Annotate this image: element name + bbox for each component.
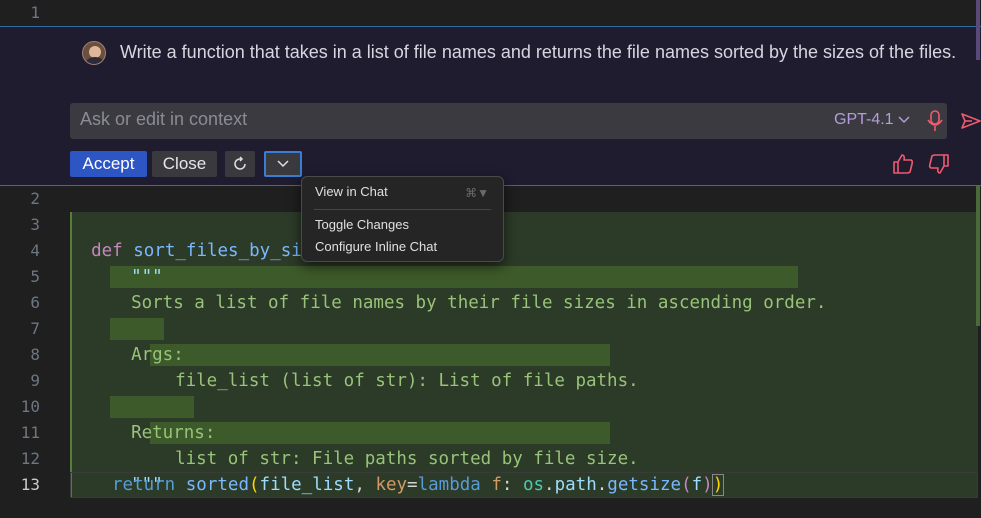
menu-item-configure-inline-chat[interactable]: Configure Inline Chat xyxy=(315,239,437,254)
scrollbar-mark xyxy=(976,186,980,326)
inner-paren-open: ( xyxy=(681,475,692,495)
code-line-11[interactable]: list of str: File paths sorted by file s… xyxy=(154,420,639,469)
send-icon xyxy=(961,113,981,129)
code-line-12[interactable]: """ xyxy=(110,446,163,495)
code-line-3[interactable]: def sort_files_by_size xyxy=(70,212,323,261)
file-list-arg: file_list xyxy=(259,475,355,495)
model-label: GPT-4.1 xyxy=(834,111,894,128)
microphone-icon[interactable] xyxy=(926,110,944,132)
dot: . xyxy=(596,475,608,495)
chat-input[interactable]: Ask or edit in context GPT-4.1 xyxy=(70,103,981,139)
menu-item-view-in-chat[interactable]: View in Chat xyxy=(315,184,388,199)
chevron-down-icon xyxy=(277,160,289,168)
line-number-active: 13 xyxy=(20,475,40,494)
os-ref: os xyxy=(522,475,545,495)
code-line-4[interactable]: """ xyxy=(110,238,163,287)
code-line-8[interactable]: file_list (list of str): List of file pa… xyxy=(154,342,639,391)
lambda-keyword: lambda xyxy=(417,475,481,495)
thumbs-down-icon[interactable] xyxy=(928,153,950,175)
code-line-5[interactable]: Sorts a list of file names by their file… xyxy=(110,264,826,313)
line-number: 2 xyxy=(30,189,40,208)
avatar xyxy=(82,41,106,65)
comma: , xyxy=(354,475,376,495)
menu-item-toggle-changes[interactable]: Toggle Changes xyxy=(315,217,409,232)
menu-separator xyxy=(314,209,491,210)
line-number: 6 xyxy=(30,293,40,312)
equals: = xyxy=(407,475,418,495)
line-number: 12 xyxy=(20,449,40,468)
dot: . xyxy=(544,475,555,495)
chat-input-placeholder: Ask or edit in context xyxy=(80,109,248,129)
thumbs-up-icon[interactable] xyxy=(892,153,914,175)
chat-prompt: Write a function that takes in a list of… xyxy=(120,42,957,62)
docstring-text: Sorts a list of file names by their file… xyxy=(131,293,827,313)
line-number: 7 xyxy=(30,319,40,338)
line-number: 8 xyxy=(30,345,40,364)
send-button[interactable] xyxy=(960,111,981,131)
getsize-call: getsize xyxy=(607,475,682,495)
line-number: 5 xyxy=(30,267,40,286)
line-number: 9 xyxy=(30,371,40,390)
inner-arg: f xyxy=(691,475,703,495)
colon: : xyxy=(501,475,523,495)
paren-open: ( xyxy=(248,475,260,495)
inner-paren-close: ) xyxy=(702,475,713,495)
rerun-button[interactable] xyxy=(225,151,255,177)
scrollbar-mark xyxy=(976,0,980,60)
line-number: 3 xyxy=(30,215,40,234)
lambda-arg: f xyxy=(480,475,502,495)
code-line-10[interactable]: Returns: xyxy=(110,394,215,443)
close-button[interactable]: Close xyxy=(152,151,217,177)
return-keyword: return xyxy=(112,475,176,495)
code-line-1[interactable]: import os xyxy=(70,0,186,49)
view-in-chat-shortcut: ⌘▼ xyxy=(465,186,489,200)
model-picker[interactable]: GPT-4.1 xyxy=(834,111,910,129)
line-number: 11 xyxy=(20,423,40,442)
line-number: 4 xyxy=(30,241,40,260)
code-line-13[interactable]: return sorted(file_list, key=lambda f: o… xyxy=(112,472,725,498)
docstring-returns-item: list of str: File paths sorted by file s… xyxy=(175,449,639,469)
more-options-button[interactable] xyxy=(264,151,302,177)
paren-close: ) xyxy=(711,474,725,496)
key-param: key xyxy=(375,475,408,495)
more-options-menu: View in Chat ⌘▼ Toggle Changes Configure… xyxy=(301,176,504,262)
inline-chat-widget: Write a function that takes in a list of… xyxy=(0,26,981,186)
rerun-icon xyxy=(234,156,246,170)
path-ref: path xyxy=(554,475,597,495)
chevron-down-icon xyxy=(898,116,910,124)
line-number: 10 xyxy=(20,397,40,416)
code-line-7[interactable]: Args: xyxy=(110,316,184,365)
sorted-call: sorted xyxy=(185,475,249,495)
line-number: 1 xyxy=(30,3,40,22)
docstring-args-item: file_list (list of str): List of file pa… xyxy=(175,371,639,391)
accept-button[interactable]: Accept xyxy=(70,151,147,177)
